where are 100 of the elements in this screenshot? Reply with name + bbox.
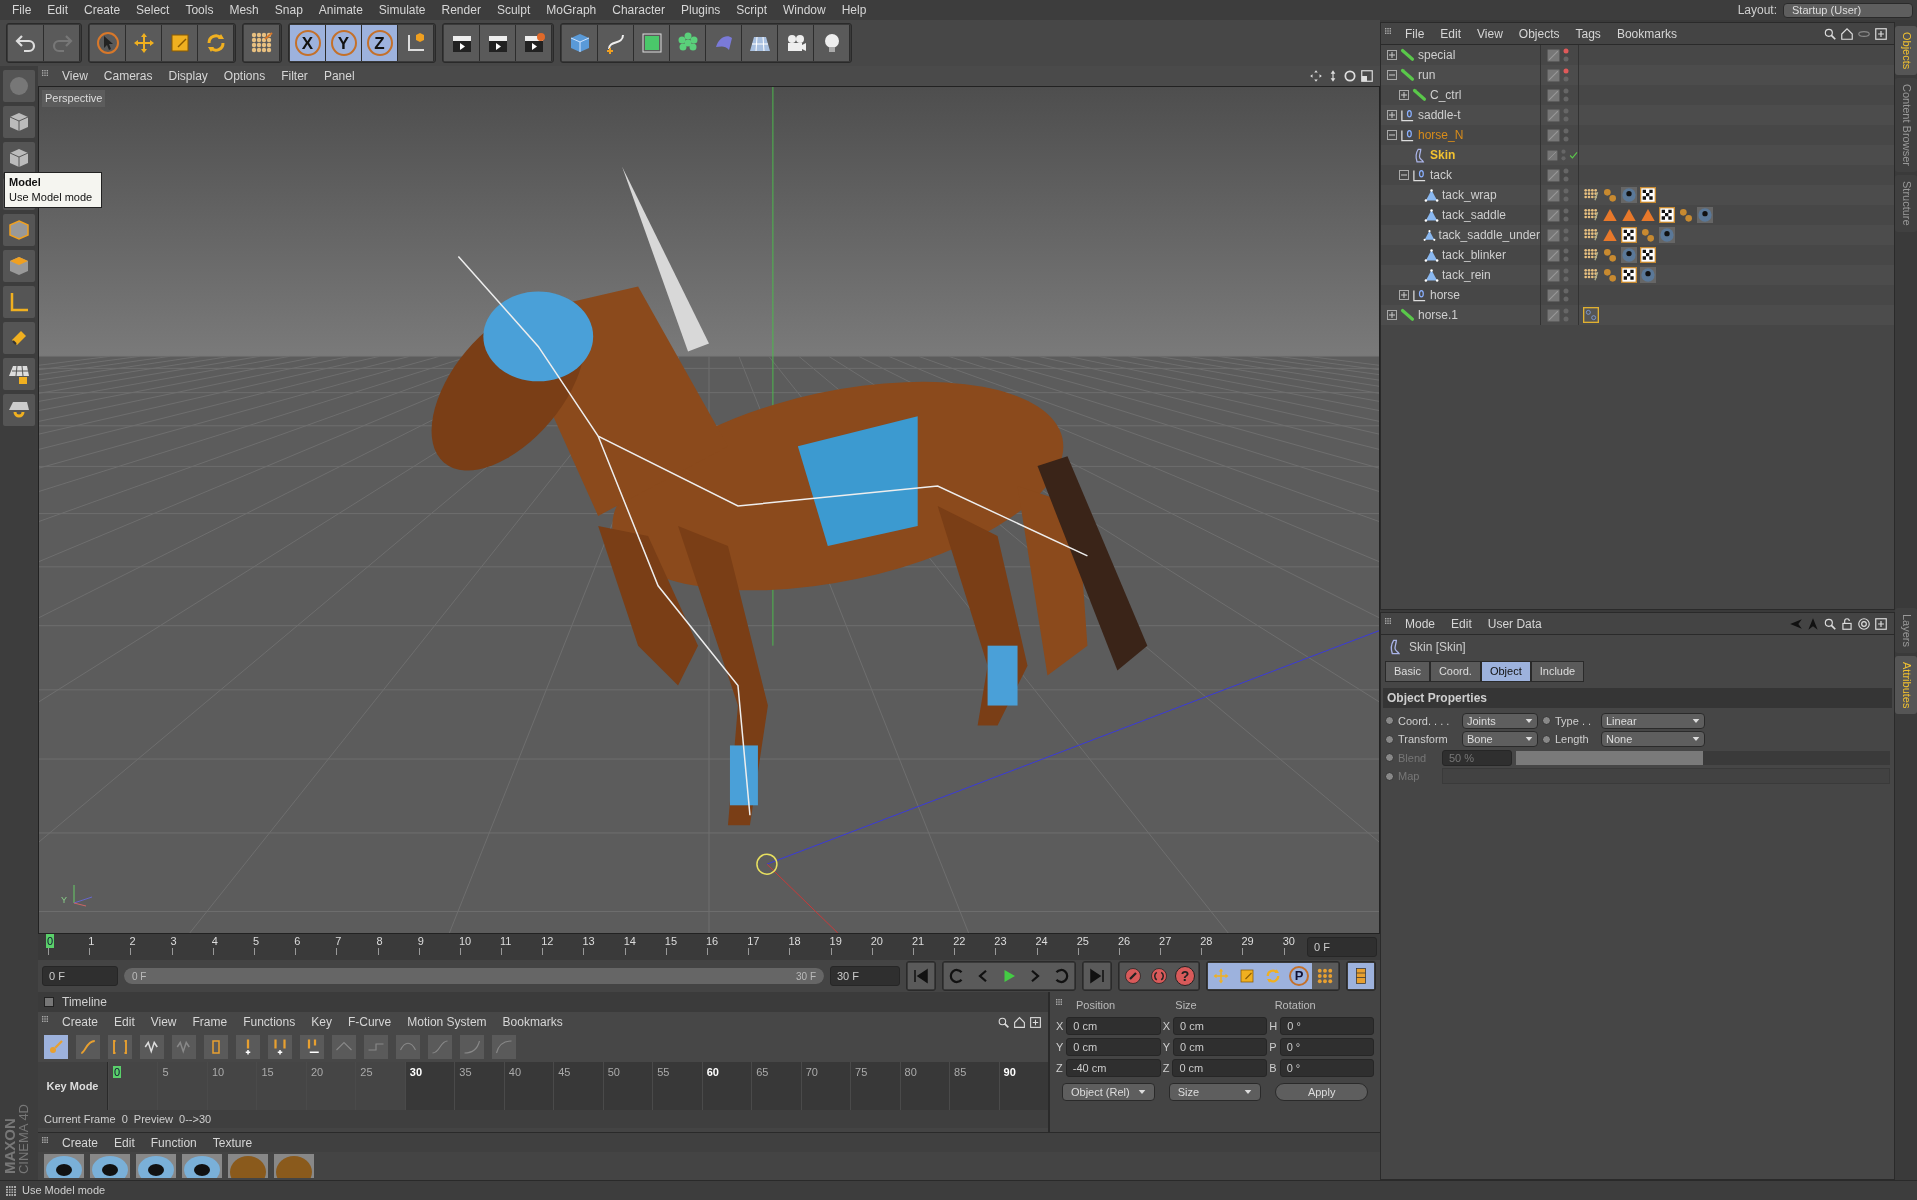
object-name[interactable]: tack (1430, 166, 1452, 184)
number-field[interactable]: 0 cm (1066, 1017, 1161, 1035)
frame-number[interactable]: 90 (1003, 1066, 1016, 1078)
frame-number[interactable]: 10 (457, 934, 473, 948)
number-field[interactable]: 0 cm (1173, 1038, 1268, 1056)
dropdown[interactable]: Joints (1462, 712, 1538, 729)
menu-item[interactable]: Create (76, 1, 129, 19)
frame-number[interactable]: 85 (954, 1066, 967, 1078)
menu-item[interactable]: Window (775, 1, 834, 19)
frame-number[interactable]: 20 (310, 1066, 324, 1078)
menu-item[interactable]: Plugins (672, 1, 729, 19)
menu-item[interactable]: Motion System (399, 1013, 495, 1031)
menu-item[interactable]: Cameras (95, 67, 161, 85)
frame-number[interactable]: 28 (1199, 934, 1214, 948)
frame-number[interactable]: 7 (334, 934, 343, 948)
frame-number[interactable]: 30 (409, 1066, 423, 1078)
menu-item[interactable]: Edit (106, 1133, 143, 1152)
frame-number[interactable]: 13 (581, 934, 596, 948)
menu-item[interactable]: Render (433, 1, 489, 19)
number-field[interactable]: -40 cm (1065, 1059, 1161, 1077)
menu-item[interactable]: Functions (235, 1013, 304, 1031)
object-row[interactable]: Skin (1381, 145, 1894, 165)
frame-number[interactable]: 18 (787, 934, 802, 948)
object-row[interactable]: saddle-t (1381, 105, 1894, 125)
frame-number[interactable]: 3 (169, 934, 178, 948)
menu-item[interactable]: Create (54, 1013, 107, 1031)
attribute-tab[interactable]: Coord. (1429, 661, 1481, 682)
dropdown[interactable]: Bone (1462, 731, 1538, 748)
menu-item[interactable]: Animate (310, 1, 371, 19)
menu-item[interactable]: File (4, 1, 40, 19)
frame-number[interactable]: 1 (87, 934, 96, 948)
current-frame-field[interactable]: 0 F (1307, 937, 1377, 957)
number-field[interactable]: 0 ° (1279, 1059, 1374, 1077)
frame-number[interactable]: 6 (293, 934, 302, 948)
frame-number[interactable]: 70 (805, 1066, 818, 1078)
menu-item[interactable]: Create (54, 1133, 107, 1152)
frame-number[interactable]: 5 (251, 934, 261, 948)
object-name[interactable]: tack_blinker (1442, 246, 1507, 264)
object-name[interactable]: saddle-t (1418, 106, 1461, 124)
frame-number[interactable]: 15 (261, 1066, 274, 1078)
object-name[interactable]: horse.1 (1418, 306, 1459, 324)
menu-item[interactable]: Select (128, 1, 178, 19)
menu-item[interactable]: Options (215, 67, 274, 85)
frame-number[interactable]: 25 (1075, 934, 1090, 948)
frame-number[interactable]: 2 (128, 934, 137, 948)
menu-item[interactable]: Mesh (221, 1, 267, 19)
frame-number[interactable]: 8 (375, 934, 384, 948)
menu-item[interactable]: Function (142, 1133, 205, 1152)
frame-number[interactable]: 19 (828, 934, 843, 948)
menu-item[interactable]: View (54, 67, 96, 85)
menu-item[interactable]: Texture (204, 1133, 261, 1152)
object-row[interactable]: tack_wrap (1381, 185, 1894, 205)
menu-item[interactable]: File (1397, 24, 1433, 43)
menu-item[interactable]: MoGraph (538, 1, 605, 19)
menu-item[interactable]: Script (728, 1, 775, 19)
menu-item[interactable]: Snap (266, 1, 311, 19)
number-field[interactable]: 0 cm (1066, 1038, 1161, 1056)
object-name[interactable]: horse (1430, 286, 1461, 304)
dropdown[interactable]: Object (Rel) (1062, 1083, 1155, 1101)
dropdown[interactable]: None (1601, 731, 1705, 748)
frame-number[interactable]: 80 (904, 1066, 917, 1078)
dropdown[interactable]: Size (1168, 1083, 1262, 1101)
frame-number[interactable]: 27 (1158, 934, 1173, 948)
frame-number[interactable]: 60 (706, 1066, 719, 1078)
frame-number[interactable]: 45 (558, 1066, 571, 1078)
menu-item[interactable]: Edit (1432, 24, 1470, 43)
axis-lock-button[interactable]: Y (326, 25, 362, 61)
panel-tab[interactable]: Objects (1895, 26, 1917, 76)
frame-number[interactable]: 22 (952, 934, 967, 948)
menu-item[interactable]: Tags (1567, 24, 1609, 43)
menu-item[interactable]: View (142, 1013, 185, 1031)
frame-number[interactable]: 40 (508, 1066, 522, 1078)
object-name[interactable]: special (1418, 46, 1456, 64)
frame-number[interactable]: 23 (993, 934, 1008, 948)
menu-item[interactable]: Objects (1510, 24, 1568, 43)
number-field[interactable]: 0 cm (1173, 1017, 1268, 1035)
object-row[interactable]: horse.1 (1381, 305, 1894, 325)
number-field[interactable]: 0 ° (1279, 1038, 1374, 1056)
number-field[interactable]: 0 cm (1172, 1059, 1268, 1077)
axis-lock-button[interactable]: X (290, 25, 326, 61)
attribute-tab[interactable]: Include (1530, 661, 1585, 682)
layout-dropdown[interactable]: Startup (User) (1783, 2, 1913, 18)
frame-number[interactable]: 20 (869, 934, 884, 948)
menu-item[interactable]: Frame (184, 1013, 236, 1031)
menu-item[interactable]: Sculpt (488, 1, 539, 19)
menu-item[interactable]: User Data (1479, 614, 1550, 633)
panel-tab[interactable]: Layers (1895, 607, 1917, 653)
frame-number[interactable]: 25 (360, 1066, 373, 1078)
frame-number[interactable]: 14 (622, 934, 637, 948)
menu-item[interactable]: Character (604, 1, 673, 19)
menu-item[interactable]: View (1469, 24, 1511, 43)
object-row[interactable]: run (1381, 65, 1894, 85)
frame-number[interactable]: 50 (607, 1066, 620, 1078)
frame-number[interactable]: 9 (416, 934, 425, 948)
apply-button[interactable]: Apply (1275, 1083, 1368, 1101)
menu-item[interactable]: Panel (315, 67, 363, 85)
frame-number[interactable]: 15 (663, 934, 679, 948)
object-name[interactable]: C_ctrl (1430, 86, 1462, 104)
menu-item[interactable]: Simulate (370, 1, 434, 19)
axis-lock-button[interactable]: Z (362, 25, 398, 61)
